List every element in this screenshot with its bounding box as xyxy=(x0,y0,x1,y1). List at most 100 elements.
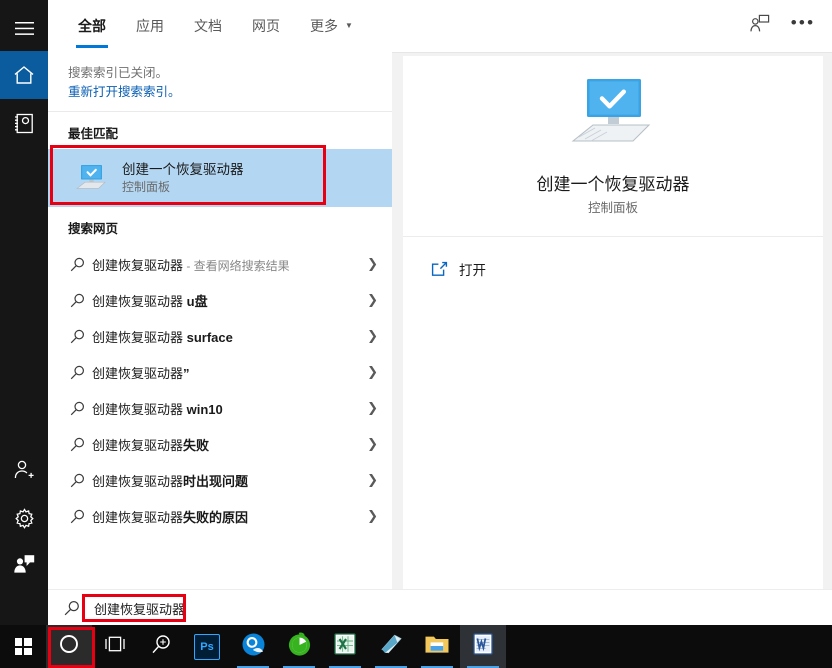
tab-documents[interactable]: 文档 xyxy=(192,0,224,52)
list-item-label: 创建恢复驱动器 - 查看网络搜索结果 xyxy=(92,257,290,273)
360-browser-icon xyxy=(287,632,312,662)
notice-message: 搜索索引已关闭。 xyxy=(68,66,169,80)
chevron-right-icon: ❯ xyxy=(367,400,378,415)
list-item[interactable]: 创建恢复驱动器 surface ❯ xyxy=(48,318,392,354)
home-icon xyxy=(13,65,35,85)
web-search-header: 搜索网页 xyxy=(68,222,119,236)
reopen-index-link[interactable]: 重新打开搜索索引。 xyxy=(68,83,392,102)
feedback-button[interactable] xyxy=(744,11,774,41)
search-icon xyxy=(70,365,92,380)
preview-card: 创建一个恢复驱动器 控制面板 打开 xyxy=(403,56,823,603)
open-external-icon xyxy=(431,261,459,277)
feedback-person-icon xyxy=(749,14,770,38)
web-suggestion-list: 创建恢复驱动器 - 查看网络搜索结果 ❯ 创建恢复驱动器 u盘 ❯ 创建恢复驱动… xyxy=(48,244,392,534)
list-item-label: 创建恢复驱动器时出现问题 xyxy=(92,473,249,489)
best-match-header: 最佳匹配 xyxy=(68,127,119,141)
excel-icon xyxy=(333,632,357,661)
search-input[interactable]: 创建恢复驱动器 xyxy=(90,596,190,621)
chevron-right-icon: ❯ xyxy=(367,472,378,487)
magnifier-icon xyxy=(151,634,172,660)
search-icon xyxy=(70,509,92,524)
open-action-button[interactable]: 打开 xyxy=(403,251,823,287)
open-action-label: 打开 xyxy=(459,263,486,278)
best-match-result[interactable]: 创建一个恢复驱动器 控制面板 xyxy=(48,149,392,207)
search-taskbar-button[interactable] xyxy=(138,625,184,668)
preview-subtitle: 控制面板 xyxy=(587,200,638,215)
feedback-icon xyxy=(13,554,35,574)
list-item[interactable]: 创建恢复驱动器 win10 ❯ xyxy=(48,390,392,426)
list-item[interactable]: 创建恢复驱动器失败的原因 ❯ xyxy=(48,498,392,534)
chevron-down-icon: ▼ xyxy=(345,21,353,30)
list-item[interactable]: 创建恢复驱动器失败 ❯ xyxy=(48,426,392,462)
taskbar-app-excel[interactable] xyxy=(322,625,368,668)
preview-header: 创建一个恢复驱动器 控制面板 xyxy=(403,56,823,237)
more-options-button[interactable]: ••• xyxy=(788,11,818,41)
sidebar-item-account[interactable] xyxy=(0,446,48,494)
task-view-icon xyxy=(104,635,126,658)
taskbar-app-qq-browser[interactable] xyxy=(230,625,276,668)
tabbar-actions: ••• xyxy=(744,0,818,52)
list-item[interactable]: 创建恢复驱动器时出现问题 ❯ xyxy=(48,462,392,498)
start-button[interactable] xyxy=(0,625,46,668)
notebook-icon xyxy=(14,113,34,134)
sidebar-item-feedback[interactable] xyxy=(0,540,48,588)
search-icon xyxy=(70,293,92,308)
best-match-subtitle: 控制面板 xyxy=(122,179,171,194)
photoshop-icon: Ps xyxy=(194,633,220,660)
tab-web[interactable]: 网页 xyxy=(250,0,282,52)
tab-all[interactable]: 全部 xyxy=(76,0,108,52)
taskbar-app-sticky-notes[interactable] xyxy=(368,625,414,668)
task-view-button[interactable] xyxy=(92,625,138,668)
preview-title: 创建一个恢复驱动器 xyxy=(536,174,690,194)
search-index-notice: 搜索索引已关闭。 重新打开搜索索引。 xyxy=(48,52,392,112)
tab-more[interactable]: 更多 ▼ xyxy=(308,0,355,52)
search-flyout-body: 全部 应用 文档 网页 更多 ▼ ••• 搜索索引已关闭。 重新打开搜索索引。 … xyxy=(48,0,832,626)
ellipsis-icon: ••• xyxy=(790,13,816,32)
list-item-label: 创建恢复驱动器 win10 xyxy=(92,401,223,417)
sidebar-item-settings[interactable] xyxy=(0,494,48,542)
cortana-button[interactable] xyxy=(46,625,92,668)
search-left-rail xyxy=(0,0,48,625)
search-icon xyxy=(70,473,92,488)
sidebar-item-home[interactable] xyxy=(0,51,48,99)
word-icon xyxy=(471,632,495,661)
search-input-value: 创建恢复驱动器 xyxy=(94,601,186,617)
search-input-row[interactable]: 创建恢复驱动器 xyxy=(48,589,832,626)
taskbar-app-file-explorer[interactable] xyxy=(414,625,460,668)
windows-search-flyout: 全部 应用 文档 网页 更多 ▼ ••• 搜索索引已关闭。 重新打开搜索索引。 … xyxy=(0,0,832,668)
sticky-notes-icon xyxy=(379,632,404,661)
recovery-drive-icon xyxy=(74,161,108,195)
person-add-icon xyxy=(13,459,35,481)
list-item[interactable]: 创建恢复驱动器” ❯ xyxy=(48,354,392,390)
chevron-right-icon: ❯ xyxy=(367,256,378,271)
search-icon xyxy=(64,600,86,616)
chevron-right-icon: ❯ xyxy=(367,364,378,379)
windows-logo-icon xyxy=(14,638,32,655)
chevron-right-icon: ❯ xyxy=(367,436,378,451)
best-match-text: 创建一个恢复驱动器 控制面板 xyxy=(122,161,244,196)
chevron-right-icon: ❯ xyxy=(367,508,378,523)
chevron-right-icon: ❯ xyxy=(367,328,378,343)
sidebar-item-notebook[interactable] xyxy=(0,99,48,147)
tab-documents-label: 文档 xyxy=(194,18,222,34)
list-item-label: 创建恢复驱动器 u盘 xyxy=(92,293,208,309)
text-caret xyxy=(185,601,187,617)
folder-icon xyxy=(424,633,450,660)
list-item[interactable]: 创建恢复驱动器 - 查看网络搜索结果 ❯ xyxy=(48,246,392,282)
list-item-label: 创建恢复驱动器” xyxy=(92,365,190,381)
search-tabs: 全部 应用 文档 网页 更多 ▼ xyxy=(76,0,355,52)
tab-all-label: 全部 xyxy=(78,18,106,34)
taskbar-app-photoshop[interactable]: Ps xyxy=(184,625,230,668)
taskbar-app-360-browser[interactable] xyxy=(276,625,322,668)
hamburger-menu-button[interactable] xyxy=(0,4,48,52)
search-results-pane: 搜索索引已关闭。 重新打开搜索索引。 最佳匹配 创建一个恢复驱动器 控制面板 搜… xyxy=(48,52,392,589)
tab-more-label: 更多 xyxy=(310,18,338,34)
taskbar-app-word[interactable] xyxy=(460,625,506,668)
recovery-drive-large-icon xyxy=(565,75,661,156)
chevron-right-icon: ❯ xyxy=(367,292,378,307)
tab-apps[interactable]: 应用 xyxy=(134,0,166,52)
preview-actions: 打开 xyxy=(403,237,823,603)
list-item[interactable]: 创建恢复驱动器 u盘 ❯ xyxy=(48,282,392,318)
gear-icon xyxy=(14,507,35,529)
list-item-label: 创建恢复驱动器失败的原因 xyxy=(92,509,249,525)
